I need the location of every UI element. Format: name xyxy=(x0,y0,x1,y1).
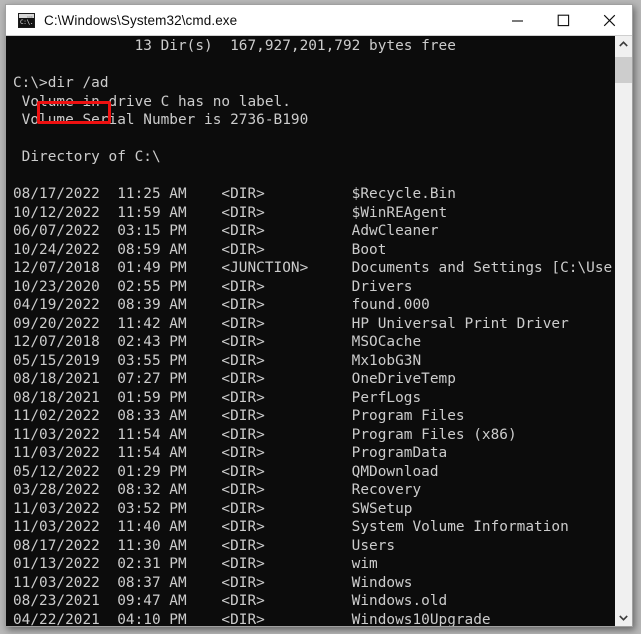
console-line: 11/03/2022 03:52 PM <DIR> SWSetup xyxy=(13,500,413,517)
scroll-down-button[interactable] xyxy=(615,609,632,626)
console-line: 08/17/2022 11:30 AM <DIR> Users xyxy=(13,537,396,554)
console-line: 08/18/2021 01:59 PM <DIR> PerfLogs xyxy=(13,389,422,406)
console-line: 11/03/2022 08:37 AM <DIR> Windows xyxy=(13,574,413,591)
console-line: C:\>dir /ad xyxy=(13,75,109,92)
console-line: 04/19/2022 08:39 AM <DIR> found.000 xyxy=(13,297,430,314)
console-line: 12/07/2018 01:49 PM <JUNCTION> Documents… xyxy=(13,260,614,277)
console-line: 06/07/2022 03:15 PM <DIR> AdwCleaner xyxy=(13,223,439,240)
console-line: 11/03/2022 11:54 AM <DIR> ProgramData xyxy=(13,445,448,462)
console-line: 03/28/2022 08:32 AM <DIR> Recovery xyxy=(13,482,422,499)
scroll-up-button[interactable] xyxy=(615,36,632,53)
window-title: C:\Windows\System32\cmd.exe xyxy=(44,12,238,28)
console-line: 05/15/2019 03:55 PM <DIR> Mx1obG3N xyxy=(13,352,422,369)
console-line: Volume in drive C has no label. xyxy=(13,93,291,110)
minimize-button[interactable] xyxy=(494,5,540,35)
title-bar[interactable]: ••• C:\. C:\Windows\System32\cmd.exe xyxy=(6,5,632,35)
console-line: 11/02/2022 08:33 AM <DIR> Program Files xyxy=(13,408,465,425)
console-line: 10/23/2020 02:55 PM <DIR> Drivers xyxy=(13,278,413,295)
console-output[interactable]: 13 Dir(s) 167,927,201,792 bytes free C:\>… xyxy=(6,36,614,626)
console-line: 04/22/2021 04:10 PM <DIR> Windows10Upgra… xyxy=(13,611,491,626)
console-line: 11/03/2022 11:54 AM <DIR> Program Files … xyxy=(13,426,517,443)
icon-prompt-glyph: C:\. xyxy=(19,17,34,27)
maximize-button[interactable] xyxy=(540,5,586,35)
console-scrollbar[interactable] xyxy=(614,36,632,626)
cmd-console-icon: ••• C:\. xyxy=(18,12,35,28)
console-line: 11/03/2022 11:40 AM <DIR> System Volume … xyxy=(13,519,569,536)
console-line: Directory of C:\ xyxy=(13,149,161,166)
scrollbar-thumb[interactable] xyxy=(615,57,632,83)
cmd-window: ••• C:\. C:\Windows\System32\cmd.exe 13 … xyxy=(5,4,633,627)
console-line: 05/12/2022 01:29 PM <DIR> QMDownload xyxy=(13,463,439,480)
console-line: 08/23/2021 09:47 AM <DIR> Windows.old xyxy=(13,593,448,610)
console-line: 08/17/2022 11:25 AM <DIR> $Recycle.Bin xyxy=(13,186,456,203)
window-controls xyxy=(494,5,632,35)
console-line: 08/18/2021 07:27 PM <DIR> OneDriveTemp xyxy=(13,371,456,388)
scrollbar-track[interactable] xyxy=(615,53,632,609)
console-line: 10/12/2022 11:59 AM <DIR> $WinREAgent xyxy=(13,204,448,221)
console-line: 01/13/2022 02:31 PM <DIR> wim xyxy=(13,556,378,573)
console-line: 09/20/2022 11:42 AM <DIR> HP Universal P… xyxy=(13,315,569,332)
console-line: 13 Dir(s) 167,927,201,792 bytes free xyxy=(13,38,456,54)
console-line: Volume Serial Number is 2736-B190 xyxy=(13,112,309,129)
close-button[interactable] xyxy=(586,5,632,35)
console-line: 10/24/2022 08:59 AM <DIR> Boot xyxy=(13,241,387,258)
console-line: 12/07/2018 02:43 PM <DIR> MSOCache xyxy=(13,334,422,351)
console-area: 13 Dir(s) 167,927,201,792 bytes free C:\>… xyxy=(6,35,632,626)
